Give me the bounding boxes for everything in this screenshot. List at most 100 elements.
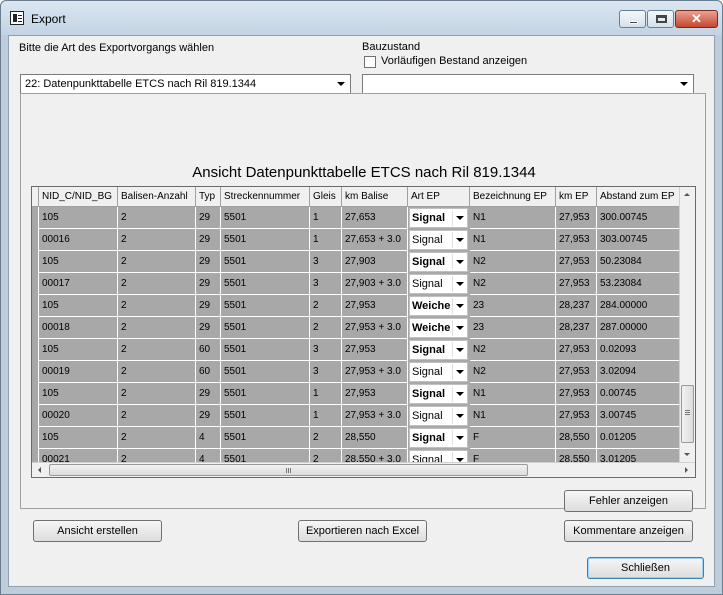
table-cell[interactable]: 27,953 xyxy=(556,207,597,229)
table-cell[interactable]: 4 xyxy=(196,449,221,463)
row-header[interactable] xyxy=(32,229,39,251)
table-cell[interactable]: 28,237 xyxy=(556,317,597,339)
vertical-scrollbar[interactable] xyxy=(679,187,695,463)
table-cell[interactable]: N1 xyxy=(470,207,556,229)
table-cell[interactable]: 27,953 xyxy=(556,229,597,251)
table-cell[interactable]: 27,653 xyxy=(342,207,408,229)
table-cell[interactable]: 5501 xyxy=(221,229,310,251)
table-cell[interactable]: 00017 xyxy=(39,273,118,295)
export-type-select[interactable]: 22: Datenpunkttabelle ETCS nach Ril 819.… xyxy=(20,74,351,94)
table-cell[interactable]: 5501 xyxy=(221,427,310,449)
table-cell[interactable]: 00020 xyxy=(39,405,118,427)
chevron-down-icon[interactable] xyxy=(452,210,466,226)
art-ep-select[interactable]: Weiche xyxy=(409,296,468,316)
horizontal-scroll-thumb[interactable] xyxy=(49,464,528,476)
scroll-right-icon[interactable] xyxy=(679,463,695,477)
row-header[interactable] xyxy=(32,339,39,361)
table-cell[interactable]: 5501 xyxy=(221,251,310,273)
table-cell[interactable]: 27,953 xyxy=(342,383,408,405)
art-ep-select[interactable]: Signal xyxy=(409,384,468,404)
chevron-down-icon[interactable] xyxy=(452,254,466,270)
table-cell[interactable]: 27,953 + 3.0 xyxy=(342,317,408,339)
table-cell[interactable]: 105 xyxy=(39,207,118,229)
table-cell[interactable]: 27,953 xyxy=(556,339,597,361)
table-cell[interactable]: 5501 xyxy=(221,317,310,339)
chevron-down-icon[interactable] xyxy=(333,76,349,92)
chevron-down-icon[interactable] xyxy=(452,276,466,292)
chevron-down-icon[interactable] xyxy=(452,408,466,424)
table-cell[interactable]: 23 xyxy=(470,295,556,317)
table-cell[interactable]: N2 xyxy=(470,361,556,383)
table-cell[interactable]: 5501 xyxy=(221,361,310,383)
create-view-button[interactable]: Ansicht erstellen xyxy=(33,520,162,542)
column-header[interactable]: Balisen-Anzahl xyxy=(118,187,196,207)
table-cell[interactable]: 5501 xyxy=(221,273,310,295)
table-cell[interactable]: 5501 xyxy=(221,295,310,317)
chevron-down-icon[interactable] xyxy=(452,430,466,446)
table-cell[interactable]: 28,237 xyxy=(556,295,597,317)
table-cell[interactable]: 2 xyxy=(118,207,196,229)
table-cell[interactable]: 2 xyxy=(118,339,196,361)
table-cell[interactable]: N1 xyxy=(470,383,556,405)
table-cell[interactable]: 2 xyxy=(118,251,196,273)
chevron-down-icon[interactable] xyxy=(452,320,466,336)
table-cell[interactable]: N2 xyxy=(470,339,556,361)
table-cell[interactable]: 28,550 + 3.0 xyxy=(342,449,408,463)
column-header[interactable]: Bezeichnung EP xyxy=(470,187,556,207)
table-cell[interactable]: 00019 xyxy=(39,361,118,383)
row-header[interactable] xyxy=(32,361,39,383)
art-ep-select[interactable]: Signal xyxy=(409,252,468,272)
art-ep-select[interactable]: Weiche xyxy=(409,318,468,338)
table-cell[interactable]: 27,953 + 3.0 xyxy=(342,405,408,427)
column-header[interactable]: Typ xyxy=(196,187,221,207)
scroll-up-icon[interactable] xyxy=(680,187,695,203)
row-header[interactable] xyxy=(32,427,39,449)
table-cell[interactable]: 3.01205 xyxy=(597,449,682,463)
chevron-down-icon[interactable] xyxy=(676,76,692,92)
table-cell[interactable]: 00018 xyxy=(39,317,118,339)
table-cell[interactable]: 2 xyxy=(118,449,196,463)
table-cell[interactable]: 00021 xyxy=(39,449,118,463)
art-ep-select[interactable]: Signal xyxy=(409,230,468,250)
row-header[interactable] xyxy=(32,273,39,295)
column-header[interactable]: Gleis xyxy=(310,187,342,207)
table-cell[interactable]: 2 xyxy=(118,427,196,449)
table-cell[interactable]: 2 xyxy=(118,383,196,405)
vertical-scroll-thumb[interactable] xyxy=(681,385,694,443)
table-cell[interactable]: 2 xyxy=(118,273,196,295)
table-cell[interactable]: 53.23084 xyxy=(597,273,682,295)
table-cell[interactable]: 3 xyxy=(310,251,342,273)
table-cell[interactable]: 3 xyxy=(310,339,342,361)
table-cell[interactable]: 105 xyxy=(39,383,118,405)
chevron-down-icon[interactable] xyxy=(452,232,466,248)
table-cell[interactable]: 5501 xyxy=(221,405,310,427)
column-header[interactable]: NID_C/NID_BG xyxy=(39,187,118,207)
table-cell[interactable]: 5501 xyxy=(221,339,310,361)
column-header[interactable]: km EP xyxy=(556,187,597,207)
chevron-down-icon[interactable] xyxy=(452,386,466,402)
table-cell[interactable]: 0.01205 xyxy=(597,427,682,449)
close-window-button[interactable]: ✕ xyxy=(675,10,718,28)
art-ep-select[interactable]: Signal xyxy=(409,208,468,228)
table-cell[interactable]: 00016 xyxy=(39,229,118,251)
table-cell[interactable]: 27,953 xyxy=(556,405,597,427)
table-cell[interactable]: 28,550 xyxy=(556,449,597,463)
table-cell[interactable]: 27,653 + 3.0 xyxy=(342,229,408,251)
table-cell[interactable]: N1 xyxy=(470,229,556,251)
table-cell[interactable]: 3 xyxy=(310,273,342,295)
table-cell[interactable]: 303.00745 xyxy=(597,229,682,251)
chevron-down-icon[interactable] xyxy=(452,342,466,358)
table-cell[interactable]: 1 xyxy=(310,229,342,251)
table-cell[interactable]: 2 xyxy=(118,317,196,339)
art-ep-select[interactable]: Signal xyxy=(409,406,468,426)
table-cell[interactable]: 27,953 xyxy=(556,273,597,295)
table-cell[interactable]: 105 xyxy=(39,427,118,449)
table-cell[interactable]: 284.00000 xyxy=(597,295,682,317)
table-cell[interactable]: 29 xyxy=(196,229,221,251)
table-cell[interactable]: N1 xyxy=(470,405,556,427)
table-cell[interactable]: 29 xyxy=(196,317,221,339)
table-cell[interactable]: 29 xyxy=(196,295,221,317)
table-cell[interactable]: 1 xyxy=(310,383,342,405)
table-cell[interactable]: 0.02093 xyxy=(597,339,682,361)
art-ep-select[interactable]: Signal xyxy=(409,274,468,294)
